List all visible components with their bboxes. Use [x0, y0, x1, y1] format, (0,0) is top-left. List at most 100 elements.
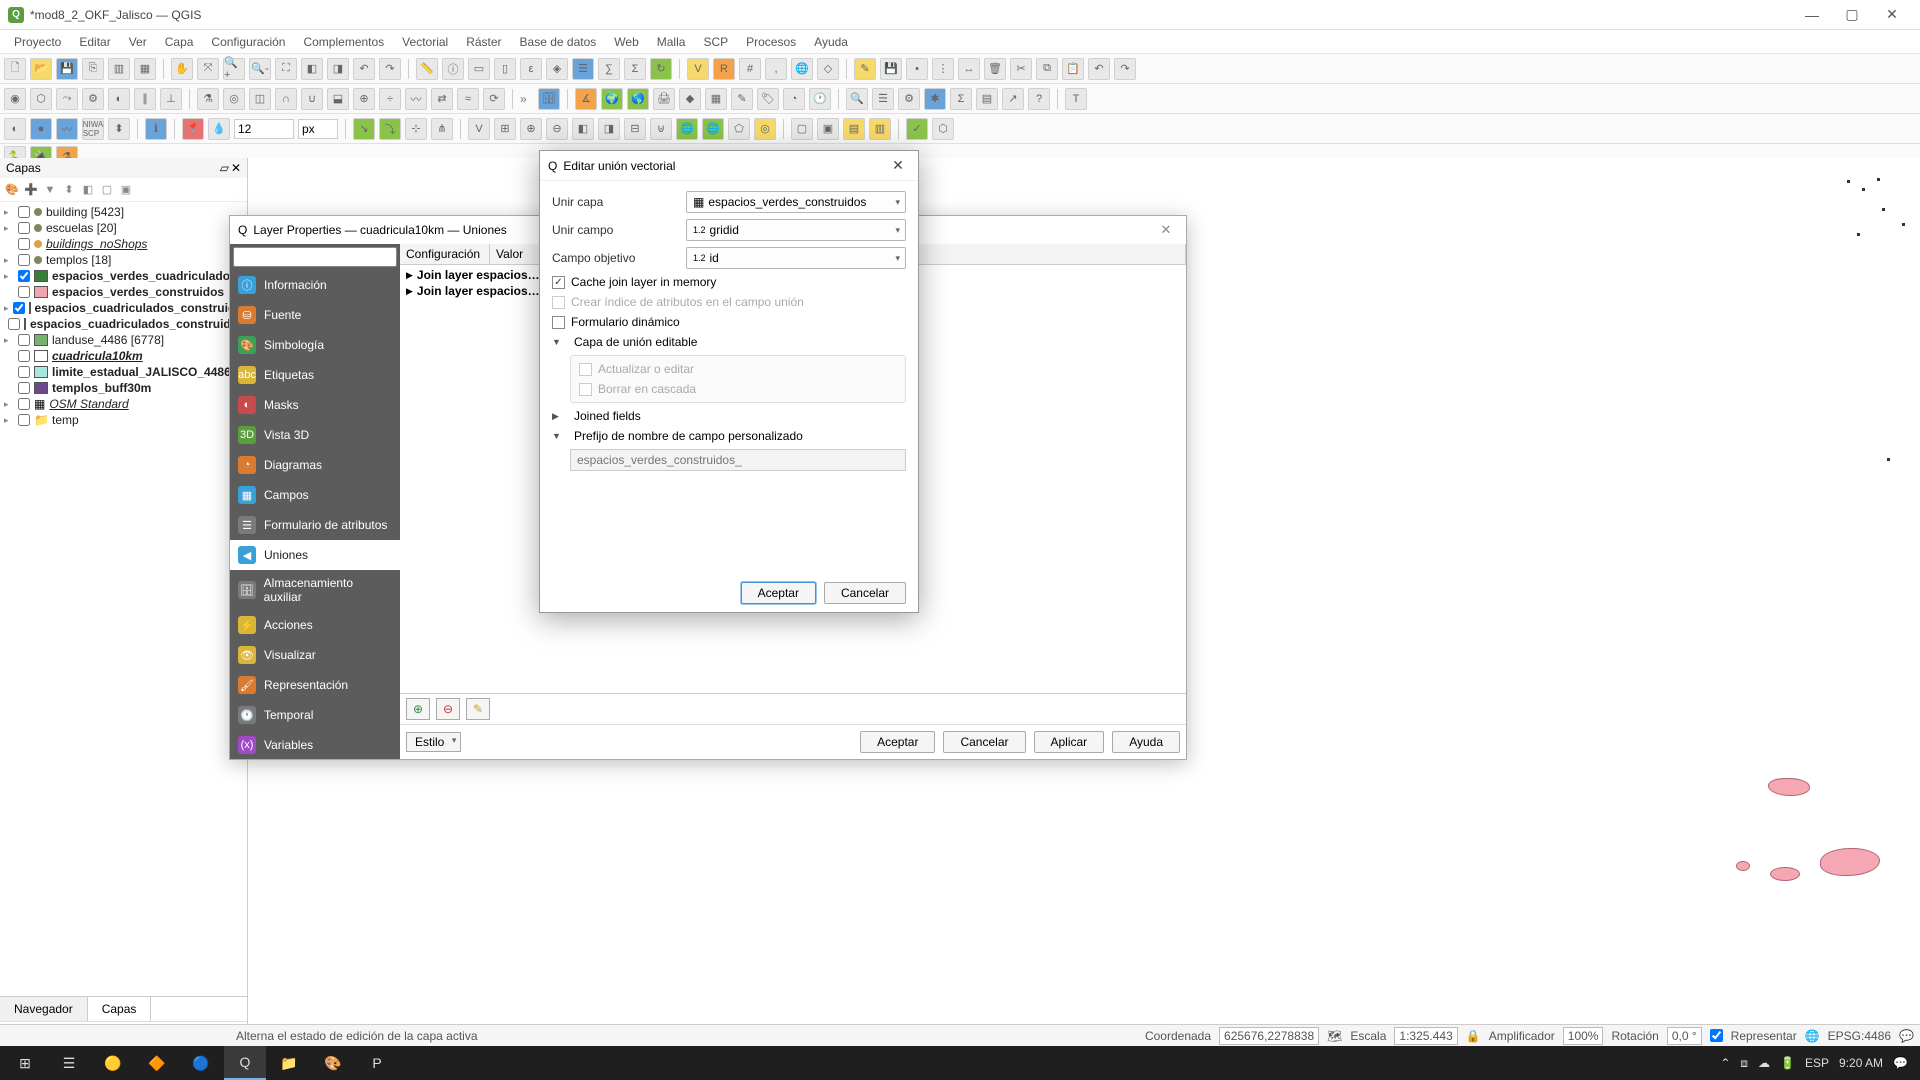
- layer-row[interactable]: ▸ espacios_cuadriculados_construidos: [0, 300, 247, 316]
- gear-icon[interactable]: ✱: [924, 88, 946, 110]
- chevron-right-icon[interactable]: »: [520, 92, 534, 106]
- temporal-icon[interactable]: 🕐: [809, 88, 831, 110]
- layout-icon[interactable]: ▥: [108, 58, 130, 80]
- lock-icon[interactable]: 🔒: [1466, 1029, 1481, 1043]
- v-del-icon[interactable]: ⊖: [546, 118, 568, 140]
- topo-icon[interactable]: ⬡: [30, 88, 52, 110]
- rot-value[interactable]: 0,0 °: [1667, 1027, 1702, 1045]
- dissolve-icon[interactable]: ⬓: [327, 88, 349, 110]
- tray-up-icon[interactable]: ⌃: [1720, 1056, 1730, 1070]
- zoom-last-icon[interactable]: ↶: [353, 58, 375, 80]
- processing-icon[interactable]: ⚗: [197, 88, 219, 110]
- vector-icon[interactable]: V: [687, 58, 709, 80]
- category-etiquetas[interactable]: abcEtiquetas: [230, 360, 400, 390]
- menu-procesos[interactable]: Procesos: [738, 33, 804, 51]
- layer-row[interactable]: ▸ espacios_verdes_cuadriculados: [0, 268, 247, 284]
- v-convex-icon[interactable]: ⬠: [728, 118, 750, 140]
- pan-selection-icon[interactable]: ⤧: [197, 58, 219, 80]
- menu-complementos[interactable]: Complementos: [295, 33, 392, 51]
- close-icon[interactable]: ✕: [1154, 218, 1178, 242]
- v-extract-icon[interactable]: ◧: [572, 118, 594, 140]
- layer-visibility-checkbox[interactable]: [8, 318, 20, 330]
- expand-icon[interactable]: ⬍: [61, 182, 77, 198]
- aceptar-button[interactable]: Aceptar: [860, 731, 935, 753]
- category-search-input[interactable]: [233, 247, 397, 267]
- filter-icon[interactable]: ▼: [42, 182, 58, 198]
- v-add-icon[interactable]: ⊕: [520, 118, 542, 140]
- v-split-icon[interactable]: ⊞: [494, 118, 516, 140]
- trace-icon[interactable]: ⤳: [56, 88, 78, 110]
- virtual-layer-icon[interactable]: ◇: [817, 58, 839, 80]
- aplicar-button[interactable]: Aplicar: [1034, 731, 1105, 753]
- v-merge-icon[interactable]: V: [468, 118, 490, 140]
- aceptar-button[interactable]: Aceptar: [741, 582, 816, 604]
- category-visualizar[interactable]: 👁Visualizar: [230, 640, 400, 670]
- topo-check-icon[interactable]: ✓: [906, 118, 928, 140]
- offset-icon[interactable]: ⇄: [431, 88, 453, 110]
- layer-visibility-checkbox[interactable]: [18, 398, 30, 410]
- expand-arrow[interactable]: ▸: [4, 335, 14, 346]
- layer-visibility-checkbox[interactable]: [18, 238, 30, 250]
- layer-visibility-checkbox[interactable]: [18, 254, 30, 266]
- scale-value[interactable]: 1:325.443: [1394, 1027, 1457, 1045]
- messages-icon[interactable]: 💬: [1899, 1029, 1914, 1043]
- add-feature-icon[interactable]: •: [906, 58, 928, 80]
- node-icon[interactable]: ↘: [353, 118, 375, 140]
- node2-icon[interactable]: ⤵: [379, 118, 401, 140]
- perpendicular-icon[interactable]: ⊥: [160, 88, 182, 110]
- chevron-down-icon[interactable]: ▼: [552, 431, 562, 441]
- sigma-icon[interactable]: Σ: [950, 88, 972, 110]
- decoration-icon[interactable]: ◆: [679, 88, 701, 110]
- cancelar-button[interactable]: Cancelar: [943, 731, 1025, 753]
- rstudio-icon[interactable]: 🔵: [180, 1046, 222, 1080]
- layer-visibility-checkbox[interactable]: [18, 206, 30, 218]
- style-icon[interactable]: 🎨: [4, 182, 20, 198]
- dropbox-icon[interactable]: ⧈: [1740, 1056, 1748, 1071]
- layer-row[interactable]: ▸ escuelas [20]: [0, 220, 247, 236]
- expand-arrow[interactable]: ▸: [4, 399, 14, 410]
- layer-row[interactable]: limite_estadual_JALISCO_4486: [0, 364, 247, 380]
- panel-undock-icon[interactable]: ▱: [220, 161, 229, 175]
- undo-icon[interactable]: ↶: [1088, 58, 1110, 80]
- geom-check-icon[interactable]: ⬡: [932, 118, 954, 140]
- scp-input-icon[interactable]: ●: [30, 118, 52, 140]
- category-variables[interactable]: (x)Variables: [230, 730, 400, 759]
- taskview-button[interactable]: ☰: [48, 1046, 90, 1080]
- zoom-layer-icon[interactable]: ◨: [327, 58, 349, 80]
- expand-arrow[interactable]: ▸: [4, 271, 14, 282]
- brave-icon[interactable]: 🔶: [136, 1046, 178, 1080]
- cancelar-button[interactable]: Cancelar: [824, 582, 906, 604]
- render-checkbox[interactable]: [1710, 1029, 1723, 1042]
- cad-icon[interactable]: ◐: [108, 88, 130, 110]
- layer-row[interactable]: ▸ landuse_4486 [6778]: [0, 332, 247, 348]
- pan-icon[interactable]: ✋: [171, 58, 193, 80]
- parallel-icon[interactable]: ∥: [134, 88, 156, 110]
- layer-visibility-checkbox[interactable]: [18, 366, 30, 378]
- layer-visibility-checkbox[interactable]: [18, 414, 30, 426]
- layer-visibility-checkbox[interactable]: [18, 286, 30, 298]
- scp-icon[interactable]: ◐: [4, 118, 26, 140]
- info-icon[interactable]: ℹ: [145, 118, 167, 140]
- measure-icon[interactable]: 📏: [416, 58, 438, 80]
- crs-value[interactable]: EPSG:4486: [1828, 1029, 1891, 1043]
- histogram-icon[interactable]: ▤: [976, 88, 998, 110]
- maximize-button[interactable]: ▢: [1832, 1, 1872, 29]
- amp-value[interactable]: 100%: [1563, 1027, 1604, 1045]
- v-union-icon[interactable]: ⊎: [650, 118, 672, 140]
- menu-ver[interactable]: Ver: [121, 33, 155, 51]
- more1-icon[interactable]: ▢: [791, 118, 813, 140]
- tab-capas[interactable]: Capas: [88, 997, 152, 1021]
- more2-icon[interactable]: ▣: [817, 118, 839, 140]
- save-edits-icon[interactable]: 💾: [880, 58, 902, 80]
- expand-arrow[interactable]: ▸: [4, 415, 14, 426]
- layer-visibility-checkbox[interactable]: [18, 334, 30, 346]
- layer-row[interactable]: cuadricula10km: [0, 348, 247, 364]
- ayuda-button[interactable]: Ayuda: [1112, 731, 1180, 753]
- zoom-out-icon[interactable]: 🔍-: [249, 58, 271, 80]
- rotate-icon[interactable]: ⟳: [483, 88, 505, 110]
- spinbox-unit[interactable]: [298, 119, 338, 139]
- search-icon[interactable]: 🔍: [846, 88, 868, 110]
- cut-icon[interactable]: ✂: [1010, 58, 1032, 80]
- layer-visibility-checkbox[interactable]: [18, 350, 30, 362]
- geoprocess-icon[interactable]: ⚙: [898, 88, 920, 110]
